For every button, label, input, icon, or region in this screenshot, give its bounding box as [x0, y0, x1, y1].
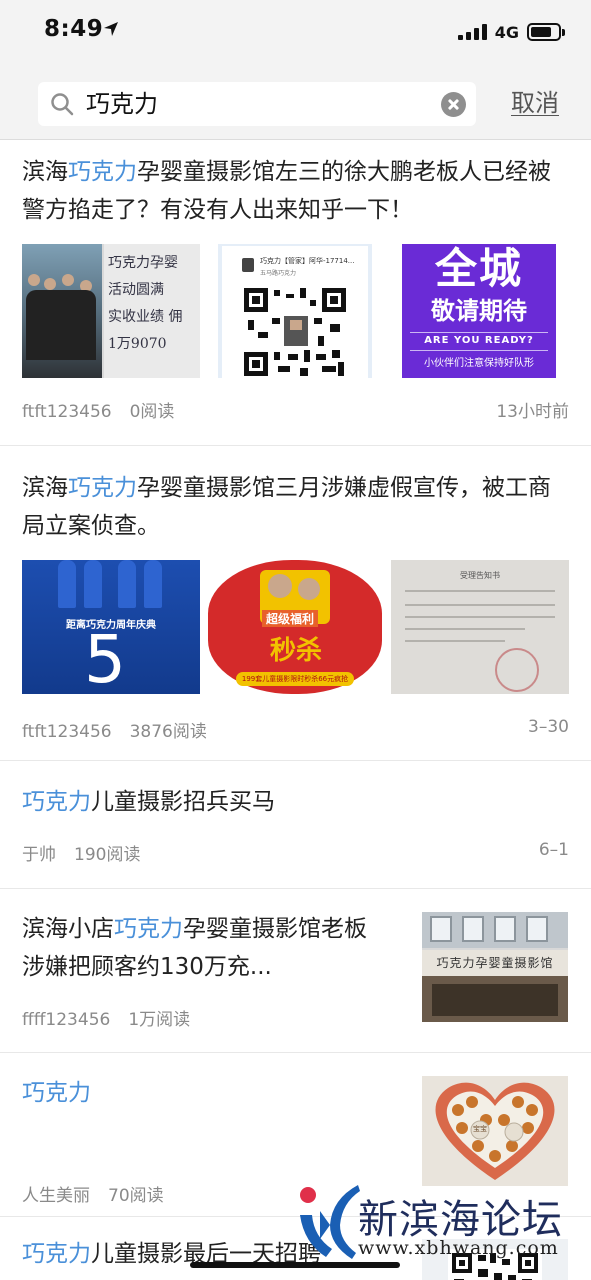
status-bar: 8:49 4G	[0, 0, 591, 62]
countdown-number: 5	[84, 621, 126, 695]
clear-search-icon[interactable]	[441, 92, 466, 117]
search-header: 巧克力 取消	[0, 62, 591, 140]
qr-card-sub: 五马路巧克力	[260, 270, 297, 277]
read-count: 3876阅读	[129, 722, 207, 742]
read-count: 190阅读	[74, 845, 141, 865]
result-item[interactable]: 巧克力 宝宝 人生美丽 70阅读	[0, 1053, 591, 1217]
author-name[interactable]: 于帅	[22, 845, 56, 865]
result-thumbnail[interactable]: 超级福利 秒杀 199套儿童摄影限时秒杀66元疯抢	[206, 560, 384, 694]
cellular-signal-icon	[457, 24, 487, 40]
battery-icon	[527, 23, 565, 41]
read-count: 70阅读	[108, 1186, 164, 1206]
promo-note: 小伙伴们注意保持好队形	[424, 358, 534, 369]
shop-sign: 巧克力孕婴童摄影馆	[422, 950, 568, 976]
thumbnail-handwriting: 巧克力孕婴 活动圆满 实收业绩 佣 1万9070	[108, 255, 183, 352]
search-icon	[51, 93, 74, 116]
chocolate-label: 宝宝	[473, 1125, 487, 1133]
promo-line: 敬请期待	[431, 297, 527, 325]
result-thumbnail[interactable]: 距离巧克力周年庆典 5	[22, 560, 200, 694]
result-title[interactable]: 滨海小店巧克力孕婴童摄影馆老板涉嫌把顾客约130万充...	[22, 910, 372, 986]
result-title[interactable]: 巧克力	[22, 1074, 372, 1112]
author-name[interactable]: ftft123456	[22, 402, 112, 422]
status-indicators: 4G	[457, 21, 565, 43]
qr-code-icon	[244, 288, 346, 376]
post-time: 13小时前	[496, 402, 569, 422]
author-name[interactable]: ffff123456	[22, 1010, 110, 1030]
result-item[interactable]: 滨海小店巧克力孕婴童摄影馆老板涉嫌把顾客约130万充... 巧克力孕婴童摄影馆 …	[0, 889, 591, 1053]
read-count: 0阅读	[129, 402, 175, 422]
result-item[interactable]: 巧克力儿童摄影最后一天招聘	[0, 1217, 591, 1280]
promo-price: 199套儿童摄影限时秒杀66元疯抢	[236, 672, 354, 686]
qr-card-header: 巧克力【管家】阿华-17714...	[260, 257, 355, 265]
result-meta: ftft123456 0阅读	[22, 397, 174, 422]
promo-english: ARE YOU READY?	[424, 335, 534, 346]
author-name[interactable]: 人生美丽	[22, 1186, 90, 1206]
result-thumbnail[interactable]: 受理告知书	[391, 560, 569, 694]
network-type: 4G	[494, 22, 519, 42]
result-meta: 于帅 190阅读	[22, 840, 140, 865]
promo-banner: 超级福利	[262, 610, 319, 627]
result-thumbnail[interactable]	[422, 1239, 568, 1280]
result-item[interactable]: 巧克力儿童摄影招兵买马 于帅 190阅读 6–1	[0, 761, 591, 889]
result-meta: 人生美丽 70阅读	[22, 1181, 164, 1206]
result-title[interactable]: 滨海巧克力孕婴童摄影馆左三的徐大鹏老板人已经被警方掐走了？有没有人出来知乎一下！	[22, 153, 562, 229]
result-title[interactable]: 滨海巧克力孕婴童摄影馆三月涉嫌虚假宣传，被工商局立案侦查。	[22, 469, 562, 545]
search-input[interactable]: 巧克力	[38, 82, 476, 126]
home-indicator[interactable]	[190, 1262, 400, 1268]
promo-big-text: 全城	[434, 244, 523, 293]
promo-seckill: 秒杀	[270, 636, 323, 666]
cancel-button[interactable]: 取消	[511, 86, 559, 120]
read-count: 1万阅读	[128, 1010, 191, 1030]
result-thumbnail[interactable]: 全城 敬请期待 ARE YOU READY? 小伙伴们注意保持好队形	[402, 244, 556, 378]
result-thumbnail[interactable]: 巧克力【管家】阿华-17714... 五马路巧克力	[218, 244, 372, 378]
qr-code-icon	[448, 1249, 542, 1280]
result-meta: ffff123456 1万阅读	[22, 1005, 190, 1030]
author-name[interactable]: ftft123456	[22, 722, 112, 742]
result-item[interactable]: 滨海巧克力孕婴童摄影馆三月涉嫌虚假宣传，被工商局立案侦查。 距离巧克力周年庆典 …	[0, 446, 591, 761]
result-meta: ftft123456 3876阅读	[22, 717, 207, 742]
result-thumbnail[interactable]: 巧克力孕婴 活动圆满 实收业绩 佣 1万9070	[22, 244, 200, 378]
result-thumbnail[interactable]: 宝宝	[422, 1076, 568, 1186]
chocolate-heart-icon	[435, 1082, 555, 1180]
status-time: 8:49	[44, 16, 104, 42]
post-time: 3–30	[528, 717, 569, 737]
search-query[interactable]: 巧克力	[86, 88, 158, 120]
result-thumbnail[interactable]: 巧克力孕婴童摄影馆	[422, 912, 568, 1022]
post-time: 6–1	[538, 840, 569, 860]
result-item[interactable]: 滨海巧克力孕婴童摄影馆左三的徐大鹏老板人已经被警方掐走了？有没有人出来知乎一下！…	[0, 140, 591, 446]
location-arrow-icon	[104, 22, 118, 36]
document-header: 受理告知书	[460, 571, 500, 580]
search-results-list: 滨海巧克力孕婴童摄影馆左三的徐大鹏老板人已经被警方掐走了？有没有人出来知乎一下！…	[0, 140, 591, 1280]
result-title[interactable]: 巧克力儿童摄影招兵买马	[22, 783, 562, 821]
